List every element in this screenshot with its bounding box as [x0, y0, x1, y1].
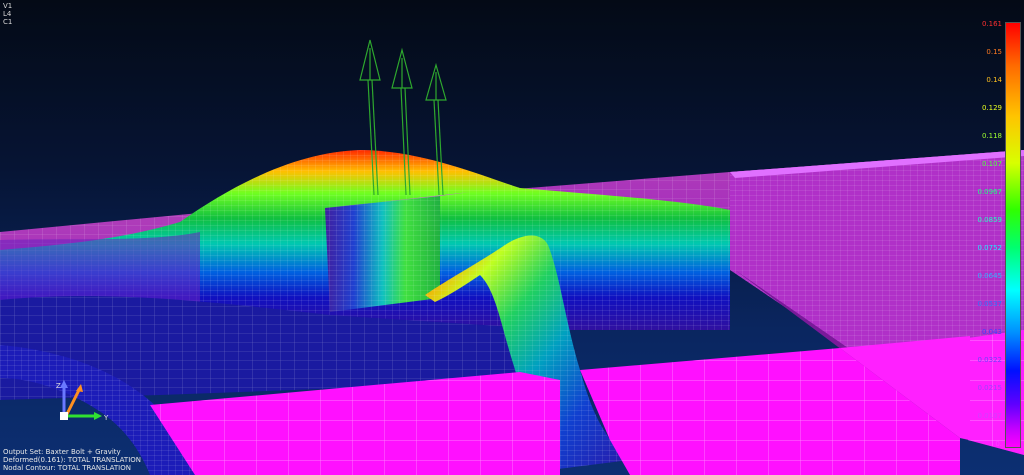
coordinate-triad-icon: Y Z	[52, 378, 112, 428]
layer-label: L4	[3, 10, 12, 18]
view-label: V1	[3, 2, 13, 10]
output-info: Output Set: Baxter Bolt + Gravity Deform…	[3, 448, 141, 472]
nodal-contour-label: Nodal Contour: TOTAL TRANSLATION	[3, 464, 131, 472]
fe-model-scene[interactable]	[0, 0, 1024, 475]
view-info: V1 L4 C1	[3, 2, 12, 26]
model-viewport[interactable]: V1 L4 C1 Y Z Output Set: Baxter Bolt + G…	[0, 0, 1024, 475]
triad-z-label: Z	[56, 382, 61, 390]
color-layer-label: C1	[3, 18, 13, 26]
triad-y-label: Y	[103, 414, 109, 422]
output-set-label: Output Set: Baxter Bolt + Gravity	[3, 448, 121, 456]
deformed-label: Deformed(0.161): TOTAL TRANSLATION	[3, 456, 142, 464]
